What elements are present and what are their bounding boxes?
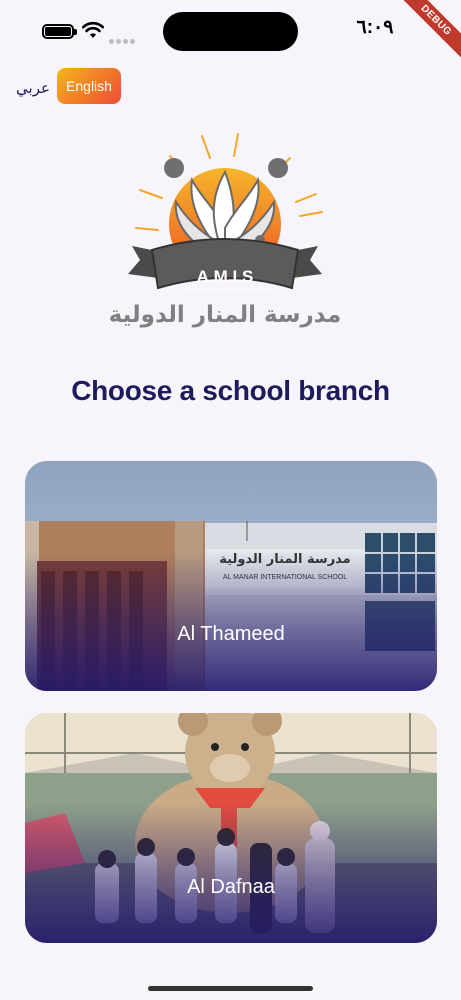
cellular-signal-icon xyxy=(109,29,137,48)
logo-arabic-name: مدرسة المنار الدولية xyxy=(108,302,342,328)
debug-banner: DEBUG xyxy=(391,0,461,66)
branch-label: Al Dafnaa xyxy=(187,876,275,898)
english-language-button[interactable]: English xyxy=(57,68,121,104)
logo-acronym: A.M.I.S xyxy=(197,267,254,286)
arabic-language-button[interactable]: عربي xyxy=(14,74,52,102)
wifi-icon xyxy=(82,21,104,38)
logo-english-name: Al Manar International School xyxy=(179,287,271,294)
home-indicator[interactable] xyxy=(148,986,313,991)
branch-card-al-dafnaa[interactable]: Al Dafnaa xyxy=(25,713,437,943)
battery-icon xyxy=(42,24,77,39)
status-bar: ٦:٠٩ DEBUG xyxy=(0,0,461,66)
status-time: ٦:٠٩ xyxy=(356,17,394,38)
branch-card-al-thameed[interactable]: مدرسة المنار الدولية AL MANAR INTERNATIO… xyxy=(25,461,437,691)
page-title: Choose a school branch xyxy=(71,375,390,406)
branch-label: Al Thameed xyxy=(177,623,285,645)
dynamic-island xyxy=(163,12,298,51)
